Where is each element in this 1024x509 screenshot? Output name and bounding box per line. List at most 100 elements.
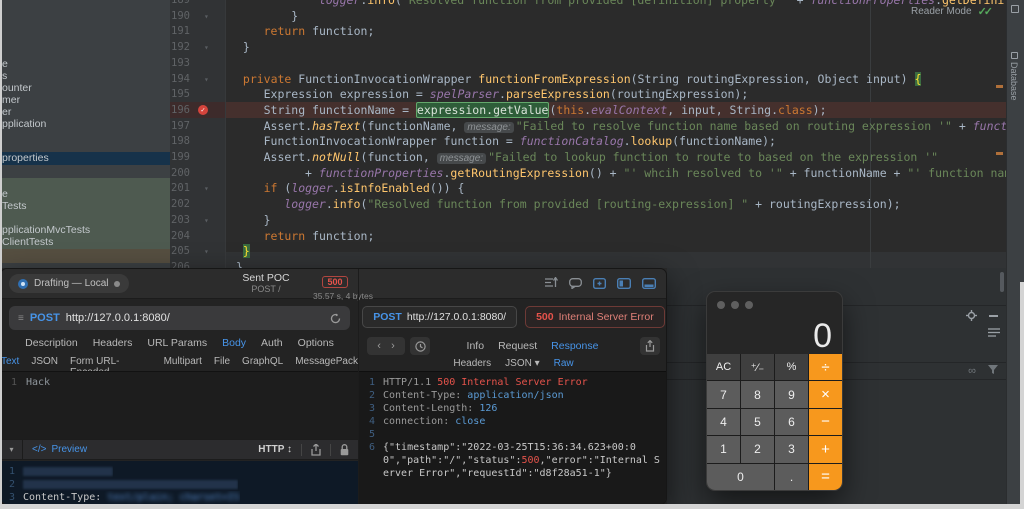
url-bar[interactable]: ≡ POST http://127.0.0.1:8080/ (9, 306, 350, 330)
request-summary-button[interactable]: POST http://127.0.0.1:8080/ (362, 306, 517, 328)
frame-edge (0, 0, 2, 509)
calculator-window: 0 AC⁺⁄₋%÷ 789× 456− 123+0.= (706, 291, 843, 491)
calc-button-4[interactable]: 4 (707, 409, 740, 435)
request-preview-pane: 123Content-Type: text/plain; charset=IS4… (1, 461, 358, 504)
inspection-ok-check-icon: ✓✓ (978, 5, 990, 18)
export-icon[interactable] (311, 444, 321, 456)
tree-item[interactable]: properties (0, 152, 170, 165)
layout-left-icon[interactable] (617, 278, 631, 289)
code-line: 198FunctionInvocationWrapper function = … (170, 133, 1006, 149)
history-clock-icon[interactable] (410, 337, 430, 355)
request-title-block: Sent POC POST / (221, 272, 311, 294)
response-tab-info[interactable]: Info (467, 340, 485, 352)
calc-button-=[interactable]: = (809, 464, 842, 490)
calc-button-÷[interactable]: ÷ (809, 354, 842, 380)
calc-button-−[interactable]: − (809, 409, 842, 435)
calc-button-×[interactable]: × (809, 381, 842, 407)
new-window-icon[interactable] (593, 278, 606, 289)
collection-pill[interactable]: Drafting — Local (9, 274, 129, 293)
calc-button-8[interactable]: 8 (741, 381, 774, 407)
calc-button-3[interactable]: 3 (775, 436, 808, 462)
body-text: Hack (17, 376, 50, 389)
fold-marker-icon[interactable]: ▾ (204, 213, 209, 229)
url-input[interactable]: http://127.0.0.1:8080/ (66, 312, 324, 324)
traffic-light-buttons[interactable] (717, 301, 753, 309)
comment-icon[interactable] (569, 278, 582, 289)
request-body-editor[interactable]: 1 Hack (1, 371, 358, 439)
fold-marker-icon[interactable]: ▾ (204, 40, 209, 56)
calc-button-9[interactable]: 9 (775, 381, 808, 407)
request-title: Sent POC (221, 272, 311, 284)
response-line: 2Content-Type: application/json (359, 389, 662, 402)
status-summary-button[interactable]: 500 Internal Server Error (525, 306, 665, 328)
format-tab-raw[interactable]: Raw (554, 358, 574, 369)
code-line: 196✓String functionName = expression.get… (170, 102, 1006, 118)
error-stripe-mark[interactable] (996, 85, 1003, 88)
preview-label: Preview (51, 444, 87, 455)
close-icon (717, 301, 725, 309)
calculator-keypad: AC⁺⁄₋%÷ 789× 456− 123+0.= (707, 354, 842, 490)
tree-item[interactable]: pplication (0, 118, 170, 131)
preview-toggle[interactable]: </> Preview (32, 444, 87, 455)
minimize-icon (731, 301, 739, 309)
tab-options[interactable]: Options (298, 337, 334, 349)
forward-icon: › (391, 340, 395, 352)
body-line-number: 1 (1, 376, 17, 389)
tab-url-params[interactable]: URL Params (147, 337, 207, 349)
tab-headers[interactable]: Headers (93, 337, 133, 349)
format-tab-headers[interactable]: Headers (453, 358, 491, 369)
error-stripe-mark[interactable] (996, 152, 1003, 155)
response-format-tabs: Headers JSON ▾ Raw (359, 358, 667, 369)
sort-list-icon[interactable] (545, 277, 558, 289)
method-label: POST (373, 311, 402, 323)
response-tab-response[interactable]: Response (551, 340, 598, 352)
calc-button-0[interactable]: 0 (707, 464, 774, 490)
tree-item[interactable]: Tests (0, 200, 170, 213)
tree-footer-background (0, 249, 170, 263)
lock-icon[interactable] (340, 444, 349, 456)
calc-button-.[interactable]: . (775, 464, 808, 490)
minimize-icon[interactable] (989, 315, 998, 317)
response-tab-request[interactable]: Request (498, 340, 537, 352)
calc-button-AC[interactable]: AC (707, 354, 740, 380)
filter-icon[interactable] (988, 365, 998, 377)
fold-marker-icon[interactable]: ▾ (204, 181, 209, 197)
code-editor[interactable]: 189logger.info("Resolved function from p… (170, 0, 1006, 268)
stripe-top-icon[interactable] (1011, 5, 1019, 13)
tab-database[interactable]: Database (1009, 52, 1019, 101)
tab-description[interactable]: Description (25, 337, 78, 349)
screenshot-root: esountermererpplicationpropertieseTestsp… (0, 0, 1024, 509)
calc-button-⁺⁄₋[interactable]: ⁺⁄₋ (741, 354, 774, 380)
layout-bottom-icon[interactable] (642, 278, 656, 289)
reader-mode-indicator[interactable]: Reader Mode ✓✓ (911, 5, 990, 18)
calc-button-1[interactable]: 1 (707, 436, 740, 462)
method-label[interactable]: POST (30, 312, 60, 324)
share-icon[interactable] (640, 337, 660, 355)
code-line: 205▾} (170, 243, 1006, 259)
calc-button-+[interactable]: + (809, 436, 842, 462)
calc-button-7[interactable]: 7 (707, 381, 740, 407)
calc-button-2[interactable]: 2 (741, 436, 774, 462)
tree-item[interactable]: ClientTests (0, 236, 170, 249)
method-selector-icon: ≡ (18, 313, 24, 324)
refresh-icon[interactable] (330, 313, 341, 324)
tab-body[interactable]: Body (222, 337, 246, 349)
calc-button-6[interactable]: 6 (775, 409, 808, 435)
infinity-icon[interactable]: ∞ (968, 365, 976, 377)
list-icon[interactable] (988, 328, 1000, 337)
tab-auth[interactable]: Auth (261, 337, 283, 349)
fold-marker-icon[interactable]: ▾ (204, 72, 209, 88)
sync-status-dot (114, 281, 120, 287)
breakpoint-icon[interactable]: ✓ (198, 105, 208, 115)
calc-button-%[interactable]: % (775, 354, 808, 380)
fold-marker-icon[interactable]: ▾ (204, 244, 209, 260)
calc-button-5[interactable]: 5 (741, 409, 774, 435)
protocol-selector[interactable]: HTTP ↕ (258, 444, 292, 455)
scrollbar-thumb[interactable] (1000, 272, 1004, 292)
preview-dropdown-icon[interactable]: ▾ (1, 440, 23, 459)
fold-marker-icon[interactable]: ▾ (204, 9, 209, 25)
format-tab-json-[interactable]: JSON ▾ (505, 358, 539, 369)
code-line: 206} (170, 259, 1006, 268)
history-arrows[interactable]: ‹› (367, 337, 405, 355)
gear-icon[interactable] (966, 310, 977, 321)
